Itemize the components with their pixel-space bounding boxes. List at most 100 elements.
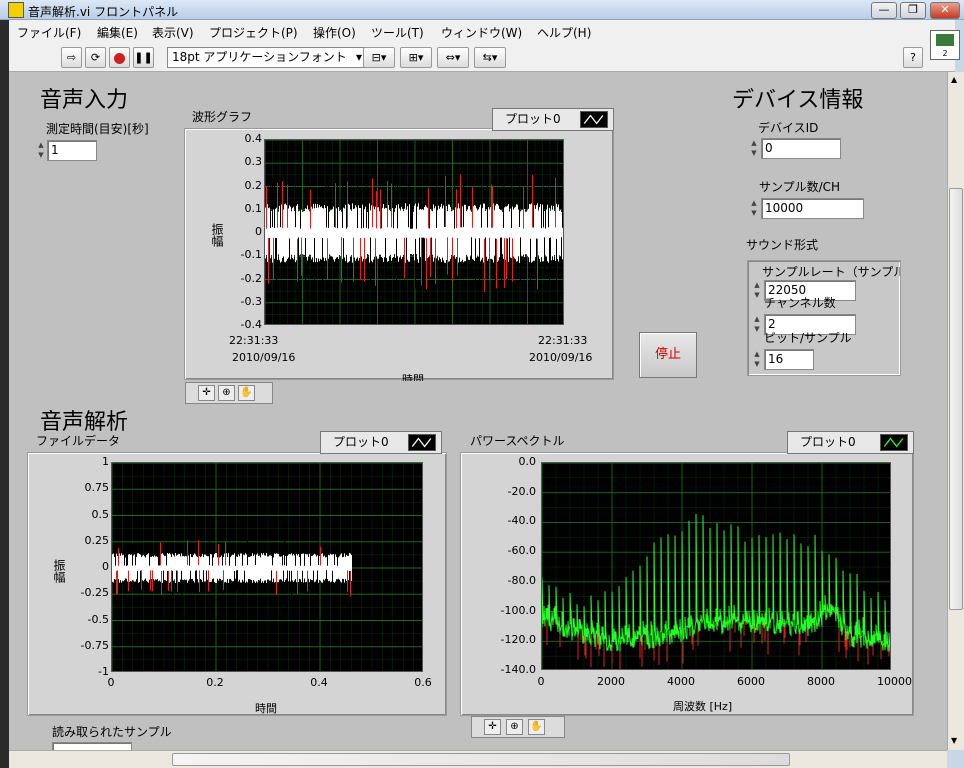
toolbar: ⇨ ⟳ ❚❚ 18pt アプリケーションフォント ▾ ⊟▾ ⊞▾ ⇔▾ ⇆▾ ? [9,42,955,72]
channels-label: チャンネル数 [764,296,836,310]
menu-view[interactable]: 表示(V) [152,24,194,41]
waveform-y-label: 振幅 [210,223,224,247]
waveform-plot-area [264,139,564,325]
scroll-down-icon[interactable]: ▼ [951,736,957,745]
waveform-plot [265,140,563,324]
device-id-spinner[interactable]: ▲ ▼ [749,138,759,159]
waveform-legend[interactable]: プロット0 [492,108,614,131]
horizontal-scroll-thumb[interactable] [172,753,790,766]
align-objects-icon[interactable]: ⊟▾ [363,47,395,68]
power-spectrum-plot [542,463,890,669]
x-tick-label: 0.6 [414,676,432,689]
waveform-graph-palette: ✛ ⊕ ✋ [185,382,273,404]
channels-spinner[interactable]: ▲ ▼ [752,314,762,335]
menu-operate[interactable]: 操作(O) [313,24,356,41]
waveform-legend-label: プロット0 [505,112,561,126]
abort-icon[interactable] [109,47,130,68]
duration-label: 測定時間(目安)[秒] [46,122,149,136]
reorder-icon[interactable]: ⇆▾ [474,47,506,68]
file-legend[interactable]: プロット0 [320,431,442,454]
waveform-legend-swatch [580,111,608,128]
duration-input[interactable]: 1 [47,140,97,161]
distribute-objects-icon[interactable]: ⊞▾ [400,47,432,68]
waveform-x-left-date: 2010/09/16 [232,351,296,364]
y-tick-label: -0.75 [80,638,109,652]
y-tick-label: 0.75 [84,481,110,495]
title-bar: 音声解析.vi フロントパネル — ❐ ✕ [0,0,964,20]
y-tick-label: -120.0 [500,633,536,647]
front-panel: 音声入力 測定時間(目安)[秒] ▲ ▼ 1 波形グラフ 0.4 0.3 0.2 0.1… [9,72,947,750]
menu-help[interactable]: ヘルプ(H) [537,24,591,41]
spectrum-plot-area [541,462,891,670]
x-tick-label: 10000 [877,675,912,688]
horizontal-scrollbar[interactable] [9,750,947,768]
file-legend-swatch [408,434,436,451]
y-tick-label: 0.1 [244,201,263,215]
samples-per-ch-spinner[interactable]: ▲ ▼ [749,198,759,219]
menu-tools[interactable]: ツール(T) [371,24,424,41]
context-help-icon[interactable]: ? [903,47,923,68]
device-info-heading: デバイス情報 [732,88,864,113]
y-tick-label: -80.0 [507,573,536,587]
zoom-icon[interactable]: ⊕ [506,719,523,735]
run-arrow-icon[interactable]: ⇨ [61,47,82,68]
power-spectrum-graph: 0.0 -20.0 -40.0 -60.0 -80.0 -100.0 -120.0 -140.… [460,452,914,716]
bits-per-sample-spinner[interactable]: ▲ ▼ [752,349,762,370]
y-tick-label: -0.2 [240,271,262,285]
close-button[interactable]: ✕ [930,2,960,19]
waveform-x-right-time: 22:31:33 [538,334,588,347]
pause-icon[interactable]: ❚❚ [133,47,154,68]
x-tick-label: 6000 [737,675,765,688]
file-plot-area [111,462,423,672]
pan-hand-icon[interactable]: ✋ [528,719,545,735]
left-window-edge [0,20,9,768]
spectrum-graph-palette: ✛ ⊕ ✋ [471,716,565,738]
y-tick-label: 0.0 [518,455,537,468]
spectrum-legend-label: プロット0 [800,435,856,449]
input-section-heading: 音声入力 [40,88,129,113]
vertical-scrollbar[interactable]: ▲ ▼ [947,72,964,750]
samples-read-indicator [52,742,132,750]
y-tick-label: 0.2 [244,178,263,192]
vertical-scroll-thumb[interactable] [949,188,963,610]
plot0-trace [112,540,352,597]
samples-per-ch-input[interactable]: 10000 [761,198,864,219]
y-tick-label: 0.25 [84,533,110,547]
file-data-plot [112,463,422,671]
duration-spinner[interactable]: ▲ ▼ [36,140,46,161]
scroll-up-icon[interactable]: ▲ [951,75,957,84]
waveform-graph: 0.4 0.3 0.2 0.1 0 -0.1 -0.2 -0.3 -0.4 振幅 22:31:3… [184,128,614,381]
menu-bar: ファイル(F) 編集(E) 表示(V) プロジェクト(P) 操作(O) ツール(… [9,20,955,42]
menu-file[interactable]: ファイル(F) [17,24,81,41]
y-tick-label: 0.4 [244,132,263,145]
run-continuously-icon[interactable]: ⟳ [85,47,106,68]
stop-button[interactable]: 停止 [639,332,697,378]
restore-button[interactable]: ❐ [900,2,926,19]
x-tick-label: 0 [537,675,545,688]
y-tick-label: -100.0 [500,603,536,617]
menu-project[interactable]: プロジェクト(P) [209,24,298,41]
menu-edit[interactable]: 編集(E) [97,24,138,41]
waveform-x-left-time: 22:31:33 [229,334,279,347]
spectrum-graph-label: パワースペクトル [470,434,565,448]
device-id-input[interactable]: 0 [761,138,841,159]
sample-rate-spinner[interactable]: ▲ ▼ [752,280,762,301]
samples-per-ch-label: サンプル数/CH [759,180,841,194]
font-select[interactable]: 18pt アプリケーションフォント ▾ [167,47,367,68]
bits-per-sample-input[interactable]: 16 [764,349,814,370]
resize-objects-icon[interactable]: ⇔▾ [437,47,469,68]
cursor-move-icon[interactable]: ✛ [198,385,215,401]
zoom-icon[interactable]: ⊕ [218,385,235,401]
file-x-label: 時間 [255,702,277,715]
y-tick-label: -0.25 [80,586,109,600]
minimize-button[interactable]: — [871,2,897,19]
x-tick-label: 0.2 [206,676,224,689]
vi-connector-icon[interactable]: 2 [930,30,960,60]
spectrum-legend[interactable]: プロット0 [787,431,914,454]
cursor-move-icon[interactable]: ✛ [484,719,501,735]
pan-hand-icon[interactable]: ✋ [238,385,255,401]
y-tick-label: 0 [102,560,109,573]
device-id-label: デバイスID [758,121,819,135]
menu-window[interactable]: ウィンドウ(W) [441,24,522,41]
y-tick-label: -60.0 [507,544,536,558]
